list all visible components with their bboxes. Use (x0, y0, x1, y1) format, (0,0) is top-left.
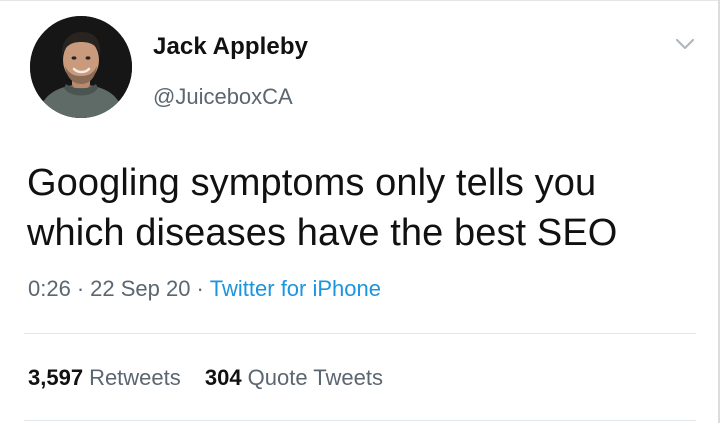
author-display-name[interactable]: Jack Appleby (153, 33, 308, 61)
author-handle[interactable]: @JuiceboxCA (153, 84, 293, 110)
quote-tweets-label: Quote Tweets (247, 365, 383, 390)
retweets-label: Retweets (89, 365, 181, 390)
tweet-date[interactable]: 22 Sep 20 (90, 276, 190, 301)
meta-separator: · (196, 276, 204, 301)
divider (24, 333, 696, 334)
chevron-down-icon[interactable] (674, 36, 696, 52)
retweets-stat[interactable]: 3,597 Retweets (28, 365, 181, 390)
quote-tweets-count: 304 (204, 365, 242, 390)
retweets-count: 3,597 (28, 365, 84, 390)
quote-tweets-stat[interactable]: 304 Quote Tweets (205, 365, 383, 390)
avatar[interactable] (30, 16, 132, 118)
user-avatar-icon (30, 16, 132, 118)
tweet-source-link[interactable]: Twitter for iPhone (210, 276, 381, 301)
divider (24, 420, 696, 421)
tweet-meta: 0:26 · 22 Sep 20 · Twitter for iPhone (28, 276, 381, 302)
meta-separator: · (76, 276, 85, 301)
tweet-time[interactable]: 0:26 (28, 276, 71, 301)
tweet-stats: 3,597 Retweets 304 Quote Tweets (28, 365, 401, 391)
tweet-card: Jack Appleby @JuiceboxCA Googling sympto… (0, 0, 720, 423)
tweet-text: Googling symptoms only tells you which d… (27, 162, 618, 254)
top-edge-line (0, 0, 720, 1)
